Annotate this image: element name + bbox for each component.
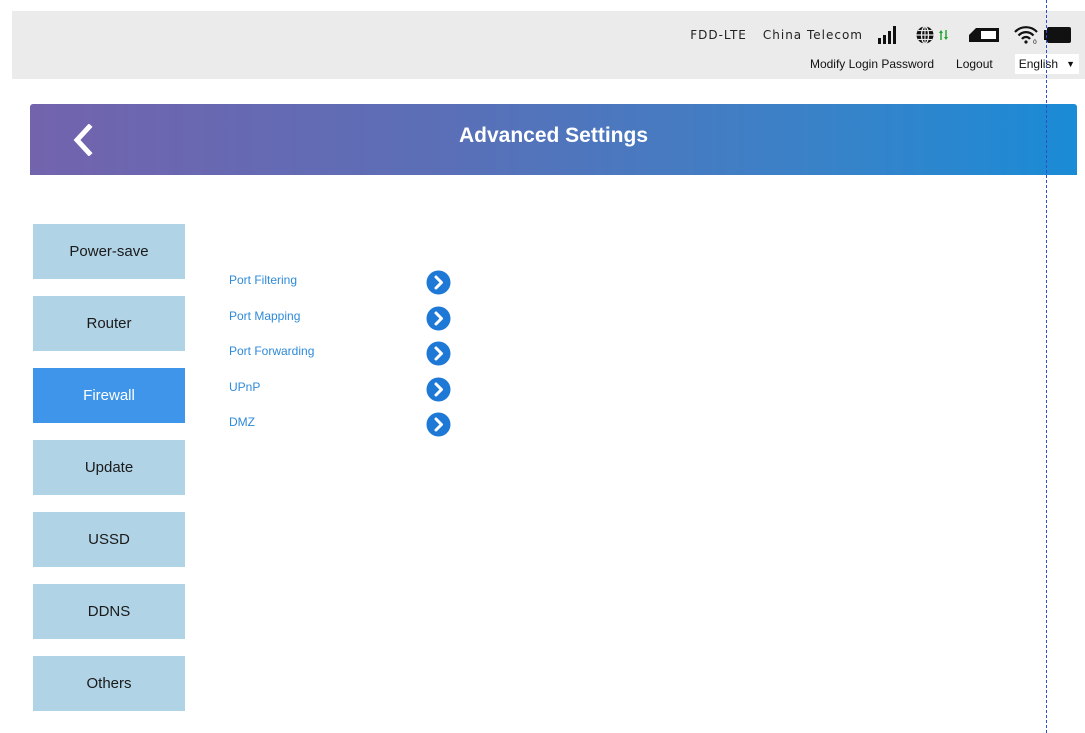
status-row: FDD-LTE China Telecom 0 [690,21,1073,49]
chevron-right-circle-icon[interactable] [426,341,451,366]
svg-text:0: 0 [1033,39,1037,45]
menu-item-label[interactable]: UPnP [229,380,260,394]
menu-item-label[interactable]: DMZ [229,415,255,429]
sidebar-item-label: Firewall [83,387,135,404]
page-header: Advanced Settings [30,104,1077,175]
carrier-name: China Telecom [762,28,863,42]
page-title: Advanced Settings [458,124,649,147]
sidebar-item-label: DDNS [87,603,131,620]
sidebar-item-others[interactable]: Others [33,656,185,711]
logout-link[interactable]: Logout [956,57,993,71]
account-links: Modify Login Password Logout English ▼ [810,54,1079,74]
language-value: English [1018,57,1059,71]
battery-icon [1043,26,1073,44]
status-bar: FDD-LTE China Telecom 0 Modify Login Pas… [12,11,1085,79]
chevron-right-circle-icon[interactable] [426,306,451,331]
sidebar-item-label: Update [84,459,134,476]
back-button[interactable] [66,122,100,158]
menu-item-dmz[interactable]: DMZ [229,410,454,446]
menu-item-port-filtering[interactable]: Port Filtering [229,268,454,304]
chevron-right-circle-icon[interactable] [426,270,451,295]
sidebar-item-router[interactable]: Router [33,296,185,351]
menu-item-label[interactable]: Port Mapping [229,309,300,323]
sidebar-item-firewall[interactable]: Firewall [33,368,185,423]
menu-item-upnp[interactable]: UPnP [229,375,454,411]
modify-password-link[interactable]: Modify Login Password [810,57,934,71]
chevron-left-icon [73,124,93,156]
menu-item-label[interactable]: Port Filtering [229,273,297,287]
signal-icon [877,25,899,45]
menu-item-port-mapping[interactable]: Port Mapping [229,304,454,340]
chevron-right-circle-icon[interactable] [426,377,451,402]
sidebar: Power-save Router Firewall Update USSD D… [33,224,185,728]
sidebar-item-ddns[interactable]: DDNS [33,584,185,639]
sim-icon [967,26,1001,44]
sidebar-item-ussd[interactable]: USSD [33,512,185,567]
firewall-menu: Port Filtering Port Mapping Port Forward… [229,268,454,446]
sidebar-item-label: Others [86,675,132,692]
menu-item-port-forwarding[interactable]: Port Forwarding [229,339,454,375]
sidebar-item-label: Power-save [69,243,149,260]
sidebar-item-update[interactable]: Update [33,440,185,495]
wifi-icon: 0 [1013,25,1039,45]
network-type: FDD-LTE [690,28,747,42]
caret-down-icon: ▼ [1066,59,1075,69]
guide-line [1046,0,1047,733]
chevron-right-circle-icon[interactable] [426,412,451,437]
globe-icon [915,24,949,46]
sidebar-item-label: USSD [88,531,130,548]
sidebar-item-label: Router [86,315,132,332]
menu-item-label[interactable]: Port Forwarding [229,344,314,358]
sidebar-item-power-save[interactable]: Power-save [33,224,185,279]
